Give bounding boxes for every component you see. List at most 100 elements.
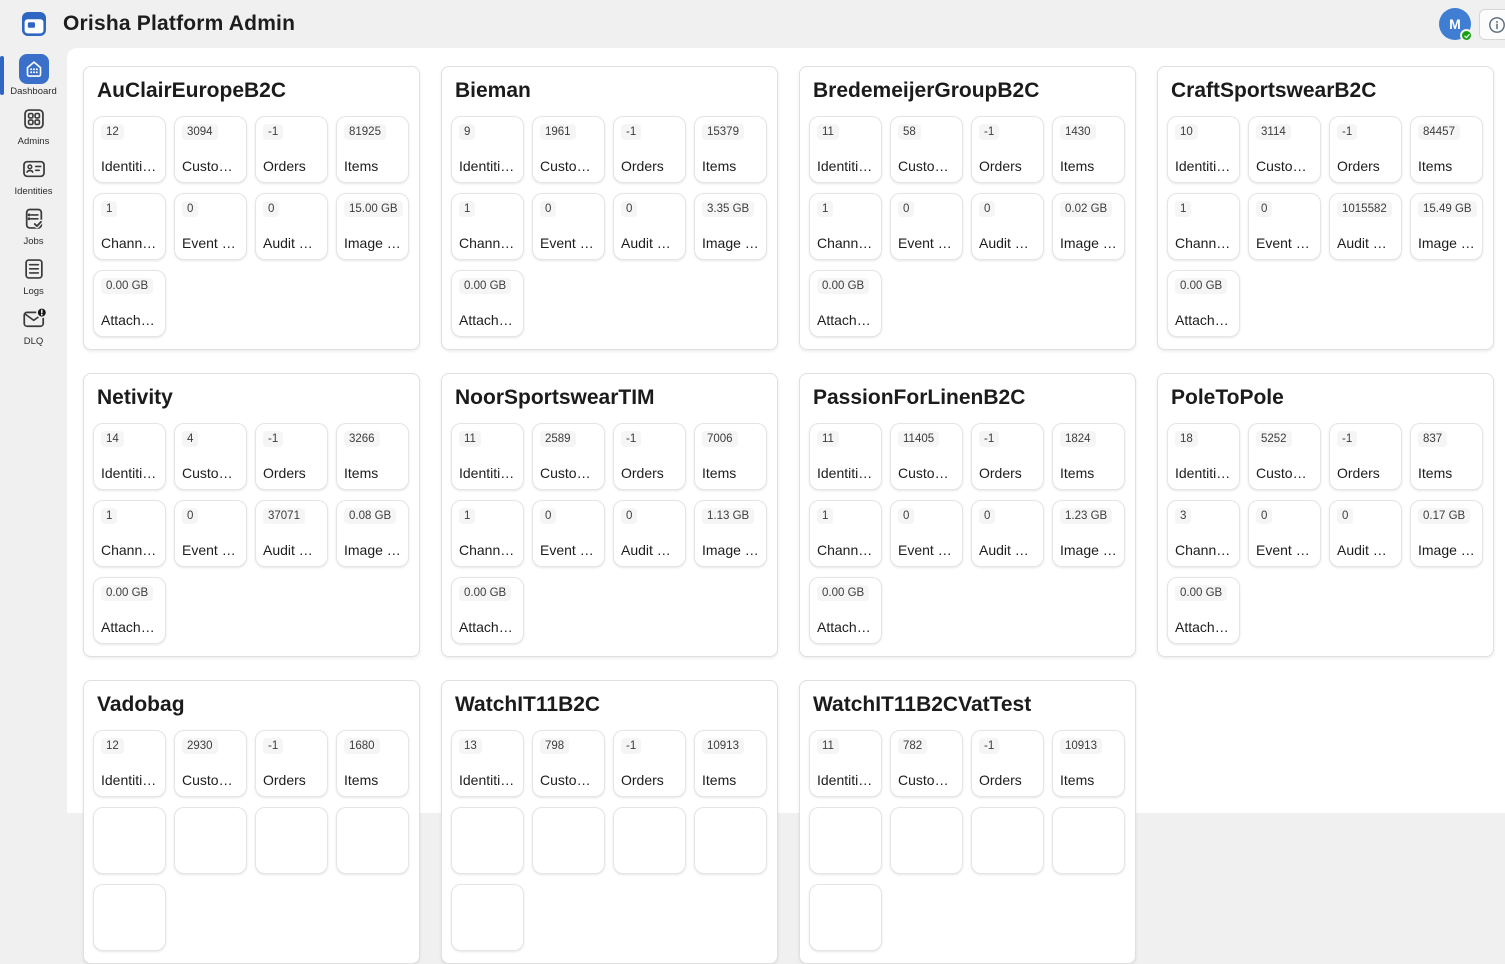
stat-tile[interactable]: 0.00 GB Attach… [809, 577, 882, 644]
stat-tile[interactable] [255, 807, 328, 874]
stat-tile[interactable] [451, 807, 524, 874]
stat-tile[interactable]: 81925 Items [336, 116, 409, 183]
stat-tile[interactable]: -1 Orders [971, 730, 1044, 797]
stat-tile[interactable]: 0 Audit … [613, 500, 686, 567]
stat-tile[interactable]: 84457 Items [1410, 116, 1483, 183]
stat-tile[interactable] [93, 807, 166, 874]
stat-tile[interactable]: 0 Event … [1248, 193, 1321, 260]
stat-tile[interactable]: 3.35 GB Image … [694, 193, 767, 260]
stat-tile[interactable]: 2589 Custo… [532, 423, 605, 490]
stat-tile[interactable]: 15.00 GB Image … [336, 193, 409, 260]
stat-tile[interactable]: 15.49 GB Image … [1410, 193, 1483, 260]
stat-tile[interactable]: 11 Identiti… [809, 116, 882, 183]
stat-tile[interactable]: 1680 Items [336, 730, 409, 797]
stat-tile[interactable]: -1 Orders [971, 116, 1044, 183]
stat-tile[interactable]: 1.23 GB Image … [1052, 500, 1125, 567]
stat-tile[interactable]: 1 Chann… [451, 500, 524, 567]
stat-tile[interactable]: 3094 Custo… [174, 116, 247, 183]
stat-tile[interactable]: 1.13 GB Image … [694, 500, 767, 567]
stat-tile[interactable]: 5252 Custo… [1248, 423, 1321, 490]
stat-tile[interactable]: -1 Orders [1329, 423, 1402, 490]
user-avatar[interactable]: M [1439, 8, 1471, 40]
stat-tile[interactable]: 782 Custo… [890, 730, 963, 797]
stat-tile[interactable]: 0 Audit … [971, 500, 1044, 567]
stat-tile[interactable]: 2930 Custo… [174, 730, 247, 797]
sidebar-item-dashboard[interactable]: Dashboard [0, 54, 67, 98]
stat-tile[interactable]: 0.17 GB Image … [1410, 500, 1483, 567]
stat-tile[interactable]: 0.00 GB Attach… [1167, 270, 1240, 337]
stat-tile[interactable]: 7006 Items [694, 423, 767, 490]
stat-tile[interactable]: 0 Event … [174, 193, 247, 260]
stat-tile[interactable]: 0.00 GB Attach… [809, 270, 882, 337]
stat-tile[interactable]: 1430 Items [1052, 116, 1125, 183]
stat-tile[interactable]: -1 Orders [971, 423, 1044, 490]
stat-tile[interactable]: 1 Chann… [809, 193, 882, 260]
stat-tile[interactable]: 11 Identiti… [809, 730, 882, 797]
stat-tile[interactable] [451, 884, 524, 951]
stat-tile[interactable]: -1 Orders [613, 423, 686, 490]
stat-tile[interactable]: -1 Orders [613, 116, 686, 183]
stat-tile[interactable]: -1 Orders [1329, 116, 1402, 183]
stat-tile[interactable]: 12 Identiti… [93, 730, 166, 797]
stat-tile[interactable]: 837 Items [1410, 423, 1483, 490]
stat-tile[interactable]: 9 Identiti… [451, 116, 524, 183]
sidebar-item-admins[interactable]: Admins [0, 104, 67, 148]
stat-tile[interactable] [971, 807, 1044, 874]
stat-tile[interactable]: 3114 Custo… [1248, 116, 1321, 183]
stat-tile[interactable]: 1 Chann… [93, 500, 166, 567]
stat-tile[interactable] [532, 807, 605, 874]
stat-tile[interactable]: 0 Event … [532, 500, 605, 567]
stat-tile[interactable] [613, 807, 686, 874]
stat-tile[interactable]: -1 Orders [613, 730, 686, 797]
stat-tile[interactable] [694, 807, 767, 874]
stat-tile[interactable]: 10 Identiti… [1167, 116, 1240, 183]
info-button[interactable] [1479, 9, 1505, 40]
stat-tile[interactable] [1052, 807, 1125, 874]
stat-tile[interactable]: 13 Identiti… [451, 730, 524, 797]
stat-tile[interactable]: 12 Identiti… [93, 116, 166, 183]
sidebar-item-logs[interactable]: Logs [0, 254, 67, 298]
stat-tile[interactable]: 0.00 GB Attach… [93, 270, 166, 337]
stat-tile[interactable] [93, 884, 166, 951]
stat-tile[interactable]: 0 Event … [1248, 500, 1321, 567]
stat-tile[interactable]: 0.00 GB Attach… [1167, 577, 1240, 644]
stat-tile[interactable]: 0.02 GB Image … [1052, 193, 1125, 260]
stat-tile[interactable]: 1 Chann… [93, 193, 166, 260]
stat-tile[interactable] [336, 807, 409, 874]
sidebar-item-identities[interactable]: Identities [0, 154, 67, 198]
stat-tile[interactable]: 37071 Audit … [255, 500, 328, 567]
stat-tile[interactable]: 1961 Custo… [532, 116, 605, 183]
stat-tile[interactable]: 3 Chann… [1167, 500, 1240, 567]
stat-tile[interactable]: 0.00 GB Attach… [93, 577, 166, 644]
stat-tile[interactable]: 10913 Items [694, 730, 767, 797]
stat-tile[interactable]: 14 Identiti… [93, 423, 166, 490]
stat-tile[interactable]: 1 Chann… [451, 193, 524, 260]
stat-tile[interactable]: 11 Identiti… [809, 423, 882, 490]
stat-tile[interactable] [890, 807, 963, 874]
stat-tile[interactable] [809, 807, 882, 874]
stat-tile[interactable]: 0 Event … [890, 500, 963, 567]
sidebar-item-dlq[interactable]: DLQ [0, 304, 67, 348]
stat-tile[interactable]: 0 Audit … [971, 193, 1044, 260]
stat-tile[interactable]: 0 Audit … [1329, 500, 1402, 567]
stat-tile[interactable]: 0 Audit … [613, 193, 686, 260]
stat-tile[interactable]: 58 Custo… [890, 116, 963, 183]
stat-tile[interactable]: 11405 Custo… [890, 423, 963, 490]
stat-tile[interactable]: 11 Identiti… [451, 423, 524, 490]
stat-tile[interactable] [174, 807, 247, 874]
stat-tile[interactable]: 10913 Items [1052, 730, 1125, 797]
stat-tile[interactable]: 1015582 Audit … [1329, 193, 1402, 260]
stat-tile[interactable]: 3266 Items [336, 423, 409, 490]
stat-tile[interactable]: 0.00 GB Attach… [451, 270, 524, 337]
stat-tile[interactable]: 798 Custo… [532, 730, 605, 797]
stat-tile[interactable]: 18 Identiti… [1167, 423, 1240, 490]
stat-tile[interactable]: 4 Custo… [174, 423, 247, 490]
stat-tile[interactable]: 0.08 GB Image … [336, 500, 409, 567]
stat-tile[interactable]: -1 Orders [255, 730, 328, 797]
stat-tile[interactable]: 1 Chann… [809, 500, 882, 567]
stat-tile[interactable] [809, 884, 882, 951]
stat-tile[interactable]: 0 Event … [174, 500, 247, 567]
stat-tile[interactable]: 0.00 GB Attach… [451, 577, 524, 644]
stat-tile[interactable]: -1 Orders [255, 116, 328, 183]
stat-tile[interactable]: 15379 Items [694, 116, 767, 183]
